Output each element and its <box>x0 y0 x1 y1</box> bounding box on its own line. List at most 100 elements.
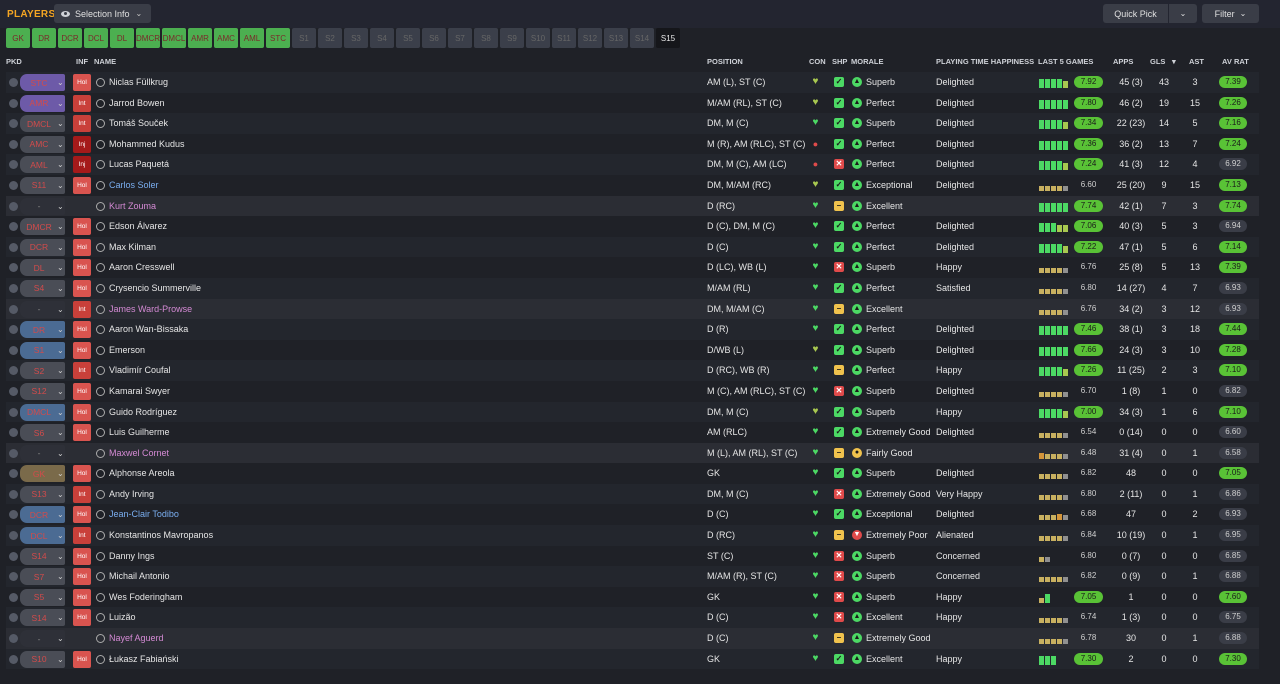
position-selector[interactable]: S7 ⌄ <box>20 568 65 586</box>
position-selector[interactable]: DMCL ⌄ <box>20 115 65 133</box>
pick-checkbox[interactable] <box>9 366 18 376</box>
position-selector[interactable]: GK ⌄ <box>20 465 65 483</box>
position-selector[interactable]: S10 ⌄ <box>20 650 65 668</box>
col-con[interactable]: CON <box>809 57 826 66</box>
position-selector[interactable]: S14 ⌄ <box>20 547 65 565</box>
position-selector[interactable]: DCR ⌄ <box>20 506 65 524</box>
table-row[interactable]: - ⌄ Maxwel Cornet M (L), AM (RL), ST (C) ♥ – ●… <box>6 442 1259 464</box>
position-tab[interactable]: S15 <box>656 28 680 48</box>
position-selector[interactable]: DL ⌄ <box>20 259 65 277</box>
quick-pick-button[interactable]: Quick Pick <box>1103 4 1168 23</box>
pick-checkbox[interactable] <box>9 551 18 561</box>
pick-checkbox[interactable] <box>9 469 18 479</box>
position-tab[interactable]: DMCR <box>136 28 160 48</box>
position-selector[interactable]: - ⌄ <box>20 197 65 215</box>
player-name[interactable]: Danny Ings <box>109 551 155 561</box>
position-selector[interactable]: AML ⌄ <box>20 156 65 174</box>
table-row[interactable]: DMCL ⌄ Int Tomáš Souček DM, M (C) ♥ ✓ ▲ Superb De… <box>6 113 1259 134</box>
player-name[interactable]: Guido Rodríguez <box>109 407 177 417</box>
position-selector[interactable]: STC ⌄ <box>20 74 65 91</box>
pick-checkbox[interactable] <box>9 222 18 232</box>
player-name[interactable]: Lucas Paquetá <box>109 159 169 169</box>
position-tab[interactable]: S12 <box>578 28 602 48</box>
col-position[interactable]: POSITION <box>707 57 743 66</box>
position-tab[interactable]: DMCL <box>162 28 186 48</box>
table-row[interactable]: - ⌄ Nayef Aguerd D (C) ♥ – ▲ Extremely Good 6.78… <box>6 628 1259 649</box>
pick-checkbox[interactable] <box>9 654 18 664</box>
pick-checkbox[interactable] <box>9 304 18 314</box>
player-name[interactable]: Konstantinos Mavropanos <box>109 530 213 540</box>
position-selector[interactable]: S4 ⌄ <box>20 279 65 297</box>
pick-checkbox[interactable] <box>9 283 18 293</box>
player-name[interactable]: Jarrod Bowen <box>109 98 165 108</box>
quick-pick-dropdown-button[interactable]: ⌄ <box>1169 4 1197 23</box>
position-tab[interactable]: DR <box>32 28 56 48</box>
pick-checkbox[interactable] <box>9 489 18 499</box>
player-name[interactable]: Edson Álvarez <box>109 221 167 231</box>
player-name[interactable]: Jean-Clair Todibo <box>109 509 179 519</box>
pick-checkbox[interactable] <box>9 531 18 541</box>
pick-checkbox[interactable] <box>9 119 18 129</box>
position-tab[interactable]: STC <box>266 28 290 48</box>
position-tab[interactable]: S11 <box>552 28 576 48</box>
table-row[interactable]: S14 ⌄ Hol Danny Ings ST (C) ♥ ✕ ▲ Superb Concerne… <box>6 545 1259 567</box>
pick-checkbox[interactable] <box>9 448 18 458</box>
table-row[interactable]: S11 ⌄ Hol Carlos Soler DM, M/AM (RC) ♥ ✓ ▲ Excep… <box>6 174 1259 196</box>
table-row[interactable]: DCR ⌄ Hol Max Kilman D (C) ♥ ✓ ▲ Perfect Delighte… <box>6 236 1259 258</box>
col-pkd[interactable]: PKD <box>6 57 22 66</box>
position-selector[interactable]: S2 ⌄ <box>20 362 65 380</box>
table-row[interactable]: S2 ⌄ Int Vladimír Coufal D (RC), WB (R) ♥ – ▲ Pe… <box>6 360 1259 381</box>
position-selector[interactable]: DMCL ⌄ <box>20 403 65 421</box>
col-name[interactable]: NAME <box>94 57 116 66</box>
player-name[interactable]: Michail Antonio <box>109 571 170 581</box>
position-selector[interactable]: AMC ⌄ <box>20 135 65 153</box>
player-name[interactable]: Luizão <box>109 612 136 622</box>
table-row[interactable]: - ⌄ Int James Ward-Prowse DM, M/AM (C) ♥ – ▲ Exc… <box>6 298 1259 320</box>
pick-checkbox[interactable] <box>9 180 18 190</box>
col-last-5-games[interactable]: LAST 5 GAMES <box>1038 57 1093 66</box>
table-row[interactable]: S1 ⌄ Hol Emerson D/WB (L) ♥ ✓ ▲ Superb Delighted 7… <box>6 339 1259 361</box>
position-selector[interactable]: S12 ⌄ <box>20 382 65 400</box>
position-tab[interactable]: AML <box>240 28 264 48</box>
position-tab[interactable]: S1 <box>292 28 316 48</box>
pick-checkbox[interactable] <box>9 263 18 273</box>
table-row[interactable]: DL ⌄ Hol Aaron Cresswell D (LC), WB (L) ♥ ✕ ▲ Su… <box>6 257 1259 278</box>
player-name[interactable]: Tomáš Souček <box>109 118 168 128</box>
position-tab[interactable]: S2 <box>318 28 342 48</box>
pick-checkbox[interactable] <box>9 613 18 623</box>
position-tab[interactable]: S13 <box>604 28 628 48</box>
pick-checkbox[interactable] <box>9 407 18 417</box>
position-tab[interactable]: DCR <box>58 28 82 48</box>
position-selector[interactable]: - ⌄ <box>20 444 65 462</box>
filter-button[interactable]: Filter ⌄ <box>1202 4 1259 23</box>
table-row[interactable]: DMCR ⌄ Hol Edson Álvarez D (C), DM, M (C) ♥ ✓ ▲… <box>6 216 1259 237</box>
position-tab[interactable]: DL <box>110 28 134 48</box>
player-name[interactable]: Max Kilman <box>109 242 156 252</box>
table-row[interactable]: S4 ⌄ Hol Crysencio Summerville M/AM (RL) ♥ ✓ ▲ P… <box>6 277 1259 299</box>
table-row[interactable]: STC ⌄ Hol Niclas Füllkrug AM (L), ST (C) ♥ ✓ ▲ S… <box>6 72 1259 93</box>
position-tab[interactable]: S5 <box>396 28 420 48</box>
pick-checkbox[interactable] <box>9 572 18 582</box>
position-tab[interactable]: S10 <box>526 28 550 48</box>
pick-checkbox[interactable] <box>9 78 18 87</box>
player-name[interactable]: Crysencio Summerville <box>109 283 201 293</box>
pick-checkbox[interactable] <box>9 428 18 438</box>
position-tab[interactable]: S4 <box>370 28 394 48</box>
player-name[interactable]: Aaron Cresswell <box>109 262 175 272</box>
table-row[interactable]: S12 ⌄ Hol Kamarai Swyer M (C), AM (RLC), ST … <box>6 380 1259 402</box>
table-row[interactable]: DMCL ⌄ Hol Guido Rodríguez DM, M (C) ♥ ✓ ▲ Super… <box>6 401 1259 423</box>
table-row[interactable]: AMC ⌄ Inj Mohammed Kudus M (R), AM (RLC), ST… <box>6 133 1259 155</box>
table-row[interactable]: DR ⌄ Hol Aaron Wan-Bissaka D (R) ♥ ✓ ▲ Perfect De… <box>6 319 1259 340</box>
table-row[interactable]: S6 ⌄ Hol Luis Guilherme AM (RLC) ♥ ✓ ▲ Extremely… <box>6 422 1259 443</box>
col-morale[interactable]: MORALE <box>851 57 884 66</box>
player-name[interactable]: Andy Irving <box>109 489 154 499</box>
player-name[interactable]: Vladimír Coufal <box>109 365 171 375</box>
table-row[interactable]: AML ⌄ Inj Lucas Paquetá DM, M (C), AM (LC) ● ✕… <box>6 154 1259 175</box>
player-name[interactable]: Kurt Zouma <box>109 201 156 211</box>
pick-checkbox[interactable] <box>9 201 18 211</box>
position-selector[interactable]: DMCR ⌄ <box>20 218 65 236</box>
player-name[interactable]: Maxwel Cornet <box>109 448 169 458</box>
table-row[interactable]: S5 ⌄ Hol Wes Foderingham GK ♥ ✕ ▲ Superb Happy 7.0… <box>6 586 1259 608</box>
pick-checkbox[interactable] <box>9 139 18 149</box>
pick-checkbox[interactable] <box>9 325 18 335</box>
